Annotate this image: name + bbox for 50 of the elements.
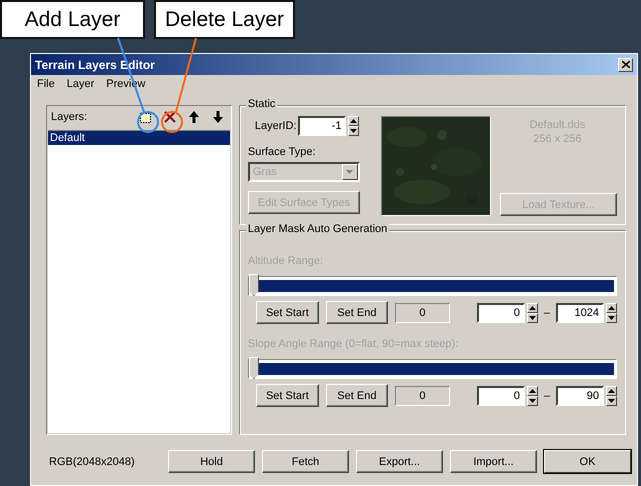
- range-dash: –: [544, 390, 550, 402]
- group-title: Layer Mask Auto Generation: [246, 223, 390, 235]
- caret-down-icon: [608, 398, 615, 402]
- caret-down-icon: [608, 316, 615, 320]
- spin-down-button[interactable]: [606, 396, 617, 406]
- close-button[interactable]: [618, 58, 633, 72]
- caret-up-icon: [528, 388, 536, 392]
- range-dash: –: [544, 306, 550, 318]
- list-row[interactable]: Default: [48, 131, 230, 145]
- callout-label: Delete Layer: [154, 0, 295, 39]
- surface-type-label: Surface Type:: [248, 146, 317, 158]
- spin-down-button[interactable]: [348, 126, 360, 136]
- range-slider[interactable]: [248, 276, 617, 296]
- layers-label: Layers:: [51, 111, 88, 123]
- caret-up-icon: [608, 388, 615, 392]
- caret-down-icon: [528, 398, 536, 402]
- range-slider[interactable]: [248, 359, 617, 379]
- spin-down-button[interactable]: [606, 312, 617, 322]
- dialog-button[interactable]: Export...: [356, 450, 443, 473]
- spin-down-button[interactable]: [526, 396, 538, 406]
- spin-up-button[interactable]: [348, 116, 360, 126]
- window-title: Terrain Layers Editor: [35, 58, 155, 72]
- caret-down-icon: [346, 170, 354, 174]
- menu-item[interactable]: Layer: [66, 78, 94, 94]
- spin-up-button[interactable]: [526, 302, 538, 312]
- spin-up-button[interactable]: [606, 386, 617, 396]
- layer-id-field[interactable]: -1: [298, 116, 346, 136]
- delete-x-icon: [164, 111, 176, 123]
- arrow-down-icon: [212, 111, 223, 123]
- dialog-button[interactable]: OK: [544, 450, 631, 473]
- spin-up-button[interactable]: [526, 386, 538, 396]
- dialog-button[interactable]: Hold: [168, 450, 255, 473]
- spin-down-button[interactable]: [526, 312, 538, 322]
- caret-up-icon: [528, 306, 536, 310]
- caret-down-icon: [350, 129, 358, 133]
- close-icon: [622, 61, 630, 68]
- layer-id-label: LayerID:: [254, 120, 296, 132]
- value-readout: 0: [394, 302, 450, 322]
- caret-down-icon: [528, 316, 536, 320]
- arrow-up-icon: [188, 111, 199, 123]
- spin-up-button[interactable]: [606, 302, 617, 312]
- callout-label: Add Layer: [0, 0, 145, 39]
- group-title: Static: [246, 98, 278, 110]
- status-text: RGB(2048x2048): [49, 456, 136, 468]
- menu-item[interactable]: File: [37, 78, 55, 94]
- caret-up-icon: [350, 119, 358, 123]
- dialog-button[interactable]: Import...: [450, 450, 537, 473]
- dialog-button[interactable]: Fetch: [262, 450, 349, 473]
- value-readout: 0: [394, 386, 450, 406]
- caret-up-icon: [608, 306, 615, 310]
